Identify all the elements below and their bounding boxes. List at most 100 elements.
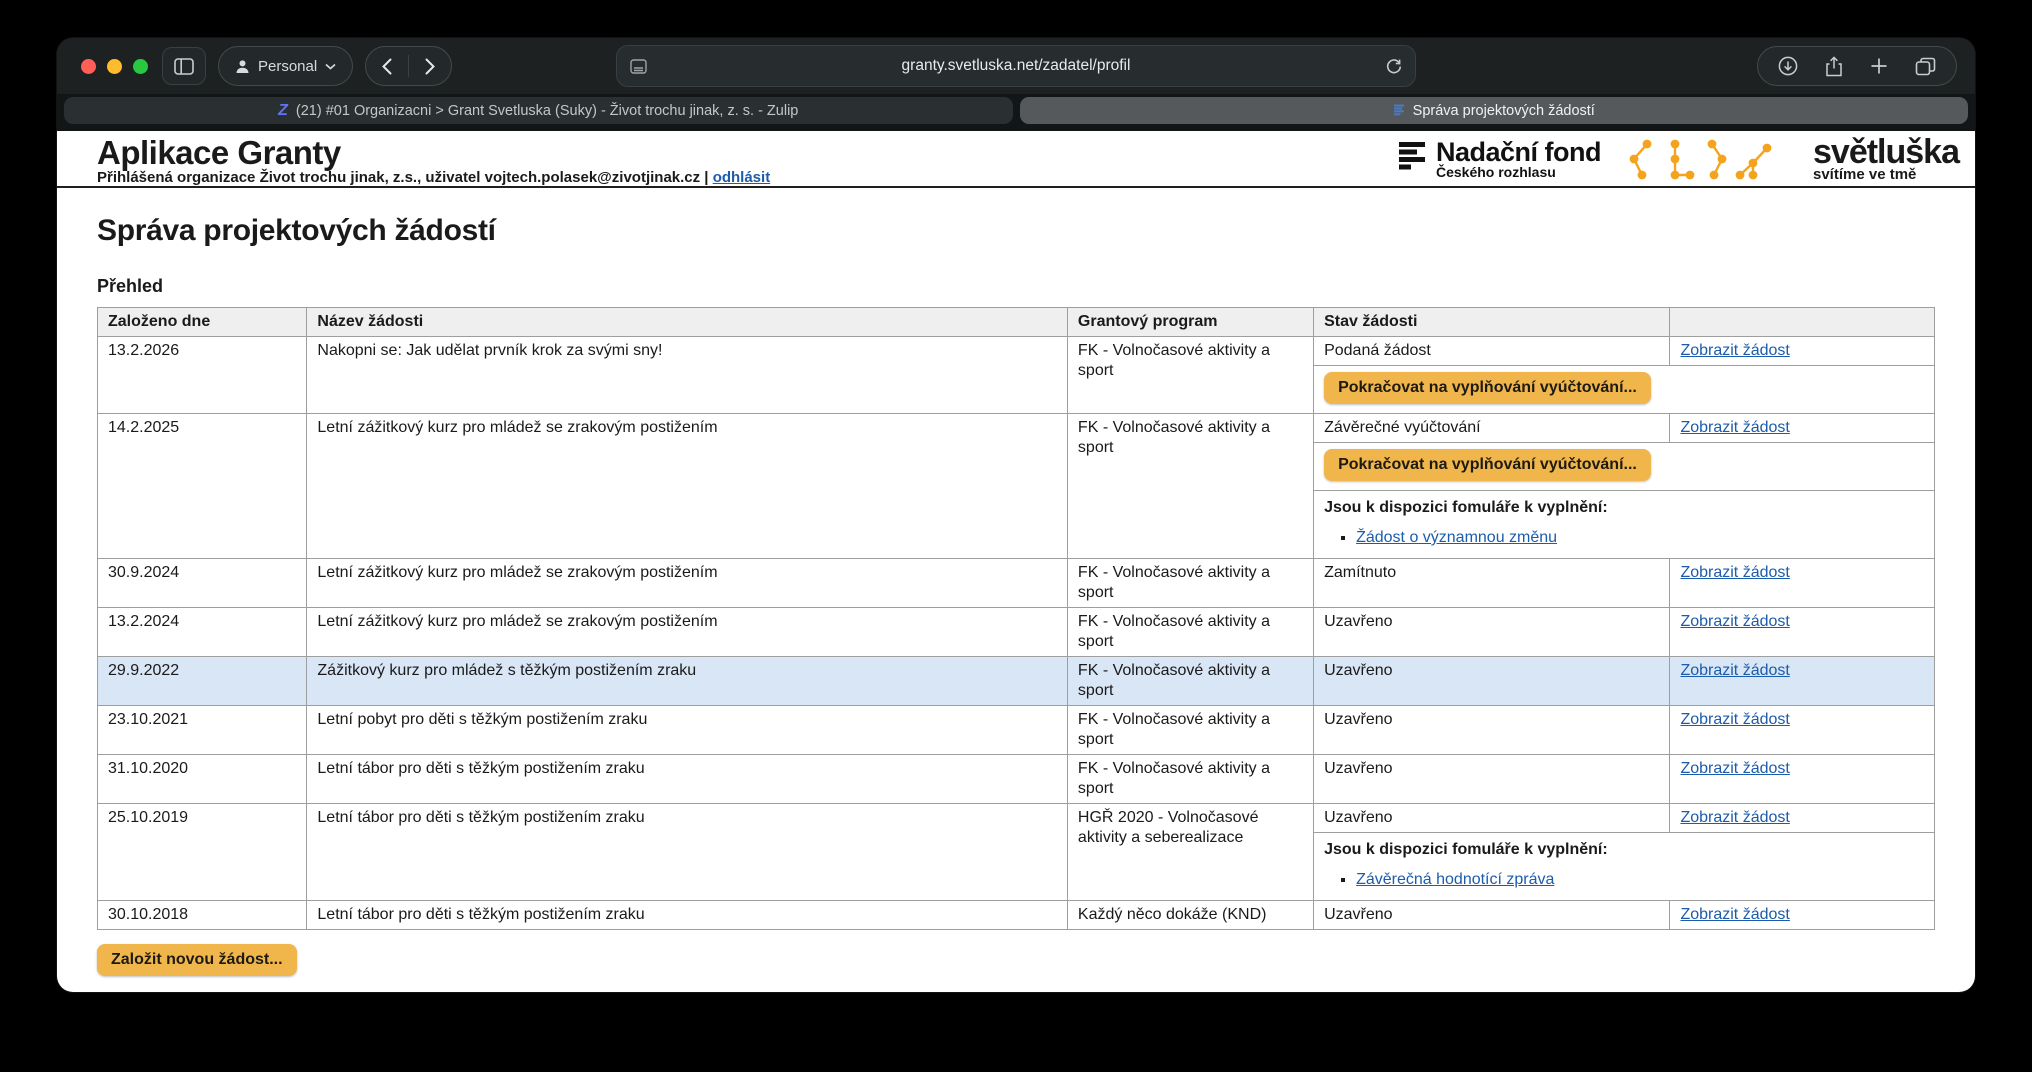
chevron-down-icon <box>325 63 336 70</box>
site-header: Aplikace Granty Přihlášená organizace Ži… <box>57 131 1975 188</box>
browser-toolbar: Personal <box>57 38 1975 94</box>
close-window-button[interactable] <box>81 59 96 74</box>
profile-label: Personal <box>258 58 317 75</box>
downloads-icon[interactable] <box>1778 56 1798 76</box>
application-program-cell: FK - Volnočasové aktivity a sport <box>1067 337 1313 414</box>
forms-available-label: Jsou k dispozici fomuláře k vyplnění: <box>1324 840 1924 860</box>
svetluska-logo-text: světluška svítíme ve tmě <box>1813 137 1959 182</box>
application-program-cell: FK - Volnočasové aktivity a sport <box>1067 706 1313 755</box>
login-status-text: Přihlášená organizace Život trochu jinak… <box>97 169 709 186</box>
radio-bars-icon <box>1399 139 1427 171</box>
application-status-cell: Uzavřeno <box>1314 608 1670 657</box>
application-link-cell: Zobrazit žádost <box>1670 755 1935 804</box>
application-name-cell: Letní pobyt pro děti s těžkým postižením… <box>307 706 1068 755</box>
application-program-cell: FK - Volnočasové aktivity a sport <box>1067 559 1313 608</box>
application-row: 30.9.2024Letní zážitkový kurz pro mládež… <box>98 559 1935 608</box>
application-status-cell: Uzavřeno <box>1314 901 1670 930</box>
view-application-link[interactable]: Zobrazit žádost <box>1680 809 1789 826</box>
reload-icon[interactable] <box>1386 58 1402 75</box>
zoom-window-button[interactable] <box>133 59 148 74</box>
application-name-cell: Zážitkový kurz pro mládež s těžkým posti… <box>307 657 1068 706</box>
applications-column-header-4 <box>1670 308 1935 337</box>
view-application-link[interactable]: Zobrazit žádost <box>1680 613 1789 630</box>
application-status-cell: Uzavřeno <box>1314 755 1670 804</box>
nadacni-fond-line1: Nadační fond <box>1436 139 1601 165</box>
tab-strip: Z (21) #01 Organizacni > Grant Svetluska… <box>57 94 1975 131</box>
forms-list: Závěrečná hodnotící zpráva <box>1324 870 1924 890</box>
zulip-favicon-icon: Z <box>278 102 288 120</box>
forms-list-item: Závěrečná hodnotící zpráva <box>1356 870 1924 890</box>
main-area: Správa projektových žádostí Přehled Zalo… <box>57 214 1975 992</box>
tab-granty-label: Správa projektových žádostí <box>1413 103 1595 119</box>
view-application-link[interactable]: Zobrazit žádost <box>1680 564 1789 581</box>
application-row: 13.2.2026Nakopni se: Jak udělat prvník k… <box>98 337 1935 366</box>
application-link-cell: Zobrazit žádost <box>1670 657 1935 706</box>
application-status-cell: Uzavřeno <box>1314 804 1670 833</box>
application-name-cell: Nakopni se: Jak udělat prvník krok za sv… <box>307 337 1068 414</box>
application-program-cell: Každý něco dokáže (KND) <box>1067 901 1313 930</box>
view-application-link[interactable]: Zobrazit žádost <box>1680 342 1789 359</box>
application-name-cell: Letní zážitkový kurz pro mládež se zrako… <box>307 608 1068 657</box>
minimize-window-button[interactable] <box>107 59 122 74</box>
nadacni-fond-logo: Nadační fond Českého rozhlasu <box>1399 139 1601 180</box>
person-icon <box>235 59 250 74</box>
view-application-link[interactable]: Zobrazit žádost <box>1680 906 1789 923</box>
share-icon[interactable] <box>1825 56 1843 77</box>
tab-zulip-label: (21) #01 Organizacni > Grant Svetluska (… <box>296 103 798 119</box>
new-request-button[interactable]: Založit novou žádost... <box>97 944 297 976</box>
view-application-link[interactable]: Zobrazit žádost <box>1680 662 1789 679</box>
forward-button[interactable] <box>409 47 451 85</box>
continue-accounting-button[interactable]: Pokračovat na vyplňování vyúčtování... <box>1324 449 1651 481</box>
tab-zulip[interactable]: Z (21) #01 Organizacni > Grant Svetluska… <box>64 97 1013 124</box>
back-button[interactable] <box>366 47 408 85</box>
applications-column-header-1: Název žádosti <box>307 308 1068 337</box>
view-application-link[interactable]: Zobrazit žádost <box>1680 760 1789 777</box>
tab-overview-icon[interactable] <box>1915 57 1936 76</box>
application-date-cell: 23.10.2021 <box>98 706 307 755</box>
application-forms-cell: Jsou k dispozici fomuláře k vyplnění:Žád… <box>1314 491 1935 559</box>
application-link-cell: Zobrazit žádost <box>1670 414 1935 443</box>
application-name-cell: Letní tábor pro děti s těžkým postižením… <box>307 901 1068 930</box>
new-tab-icon[interactable] <box>1870 57 1888 75</box>
applications-column-header-2: Grantový program <box>1067 308 1313 337</box>
logout-link[interactable]: odhlásit <box>713 169 771 186</box>
toolbar-actions <box>1757 46 1957 86</box>
overview-heading: Přehled <box>97 276 1935 297</box>
application-program-cell: FK - Volnočasové aktivity a sport <box>1067 608 1313 657</box>
history-nav <box>365 46 452 86</box>
profile-switcher[interactable]: Personal <box>218 46 353 86</box>
application-link-cell: Zobrazit žádost <box>1670 804 1935 833</box>
application-name-cell: Letní tábor pro děti s těžkým postižením… <box>307 755 1068 804</box>
form-link[interactable]: Závěrečná hodnotící zpráva <box>1356 871 1554 888</box>
address-bar[interactable]: granty.svetluska.net/zadatel/profil <box>616 45 1416 87</box>
application-action-cell: Pokračovat na vyplňování vyúčtování... <box>1314 443 1935 491</box>
application-program-cell: FK - Volnočasové aktivity a sport <box>1067 755 1313 804</box>
application-row: 29.9.2022Zážitkový kurz pro mládež s těž… <box>98 657 1935 706</box>
application-program-cell: FK - Volnočasové aktivity a sport <box>1067 414 1313 559</box>
application-link-cell: Zobrazit žádost <box>1670 608 1935 657</box>
application-date-cell: 14.2.2025 <box>98 414 307 559</box>
form-link[interactable]: Žádost o významnou změnu <box>1356 529 1557 546</box>
application-row: 14.2.2025Letní zážitkový kurz pro mládež… <box>98 414 1935 443</box>
application-date-cell: 25.10.2019 <box>98 804 307 901</box>
sidebar-icon <box>174 58 194 75</box>
applications-column-header-3: Stav žádosti <box>1314 308 1670 337</box>
page-settings-icon[interactable] <box>630 59 647 74</box>
svetluska-line1: světluška <box>1813 137 1959 167</box>
application-status-cell: Zamítnuto <box>1314 559 1670 608</box>
window-controls <box>81 59 148 74</box>
application-link-cell: Zobrazit žádost <box>1670 559 1935 608</box>
tab-granty-active[interactable]: Správa projektových žádostí <box>1020 97 1969 124</box>
applications-table-header-row: Založeno dneNázev žádostiGrantový progra… <box>98 308 1935 337</box>
application-row: 23.10.2021Letní pobyt pro děti s těžkým … <box>98 706 1935 755</box>
continue-accounting-button[interactable]: Pokračovat na vyplňování vyúčtování... <box>1324 372 1651 404</box>
sidebar-toggle-button[interactable] <box>162 47 206 85</box>
view-application-link[interactable]: Zobrazit žádost <box>1680 711 1789 728</box>
application-row: 31.10.2020Letní tábor pro děti s těžkým … <box>98 755 1935 804</box>
view-application-link[interactable]: Zobrazit žádost <box>1680 419 1789 436</box>
svetluska-constellation-icon <box>1627 136 1787 182</box>
application-row: 25.10.2019Letní tábor pro děti s těžkým … <box>98 804 1935 833</box>
application-action-cell: Pokračovat na vyplňování vyúčtování... <box>1314 366 1935 414</box>
application-status-cell: Uzavřeno <box>1314 657 1670 706</box>
header-logos: Nadační fond Českého rozhlasu <box>1399 136 1959 182</box>
